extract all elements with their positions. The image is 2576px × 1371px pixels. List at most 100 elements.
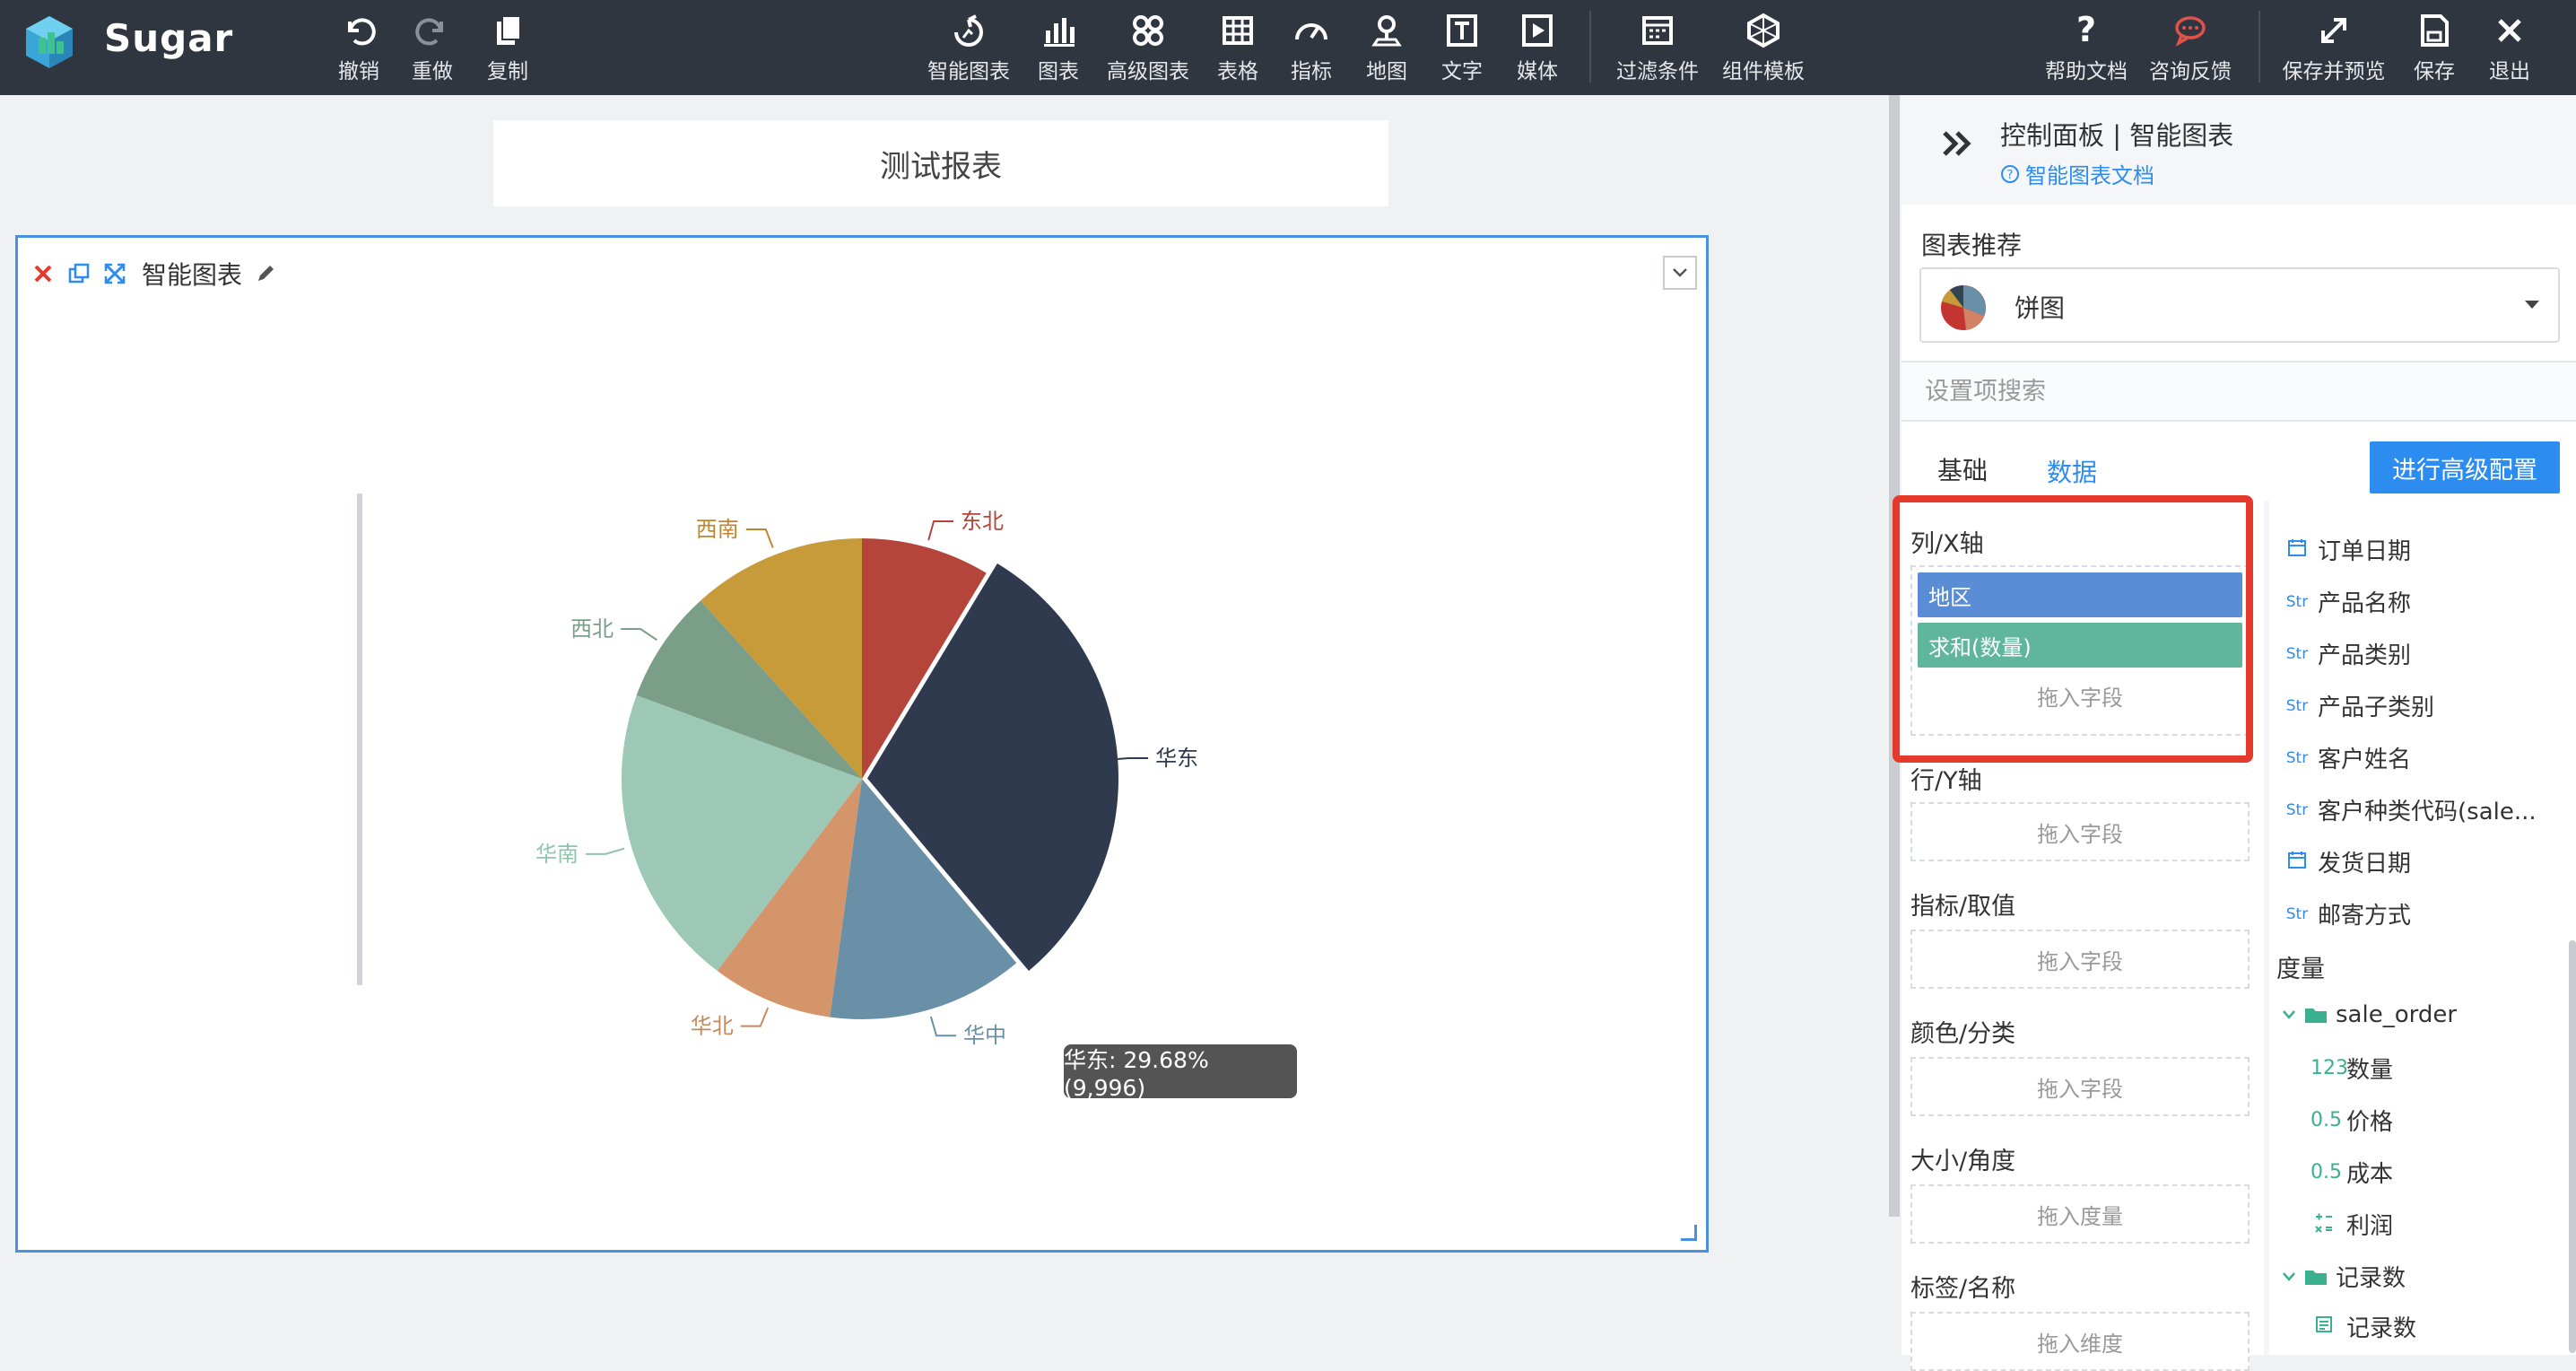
string-type-icon: Str: [2285, 696, 2309, 715]
smart-chart-icon: [949, 11, 988, 50]
tab-data[interactable]: 数据: [2029, 438, 2115, 502]
tab-basic[interactable]: 基础: [1919, 438, 2006, 501]
brand-name: Sugar: [104, 16, 234, 60]
field-label: 产品子类别: [2318, 694, 2435, 721]
wells-scrollbar[interactable]: [357, 493, 362, 985]
smart-chart-doc-link[interactable]: ? 智能图表文档: [2000, 158, 2154, 189]
field-price[interactable]: 0.5 价格: [2311, 1104, 2393, 1137]
drop-hint: 拖入度量: [2037, 1203, 2123, 1229]
svg-text:?: ?: [2076, 11, 2096, 49]
text-icon: [1442, 11, 1482, 50]
field-product-subcategory[interactable]: Str 产品子类别: [2285, 689, 2434, 722]
field-label: 客户种类代码(sale...: [2318, 799, 2537, 825]
field-product-name[interactable]: Str 产品名称: [2285, 585, 2411, 618]
drop-hint: 拖入字段: [2037, 1076, 2123, 1102]
field-label: 产品类别: [2318, 642, 2412, 669]
redo-label: 重做: [412, 60, 453, 83]
table-label: 表格: [1217, 60, 1258, 83]
folder-name: sale_order: [2336, 1001, 2458, 1028]
redo-icon: [413, 11, 452, 50]
help-docs-label: 帮助文档: [2045, 60, 2128, 83]
media-button[interactable]: 媒体: [1512, 11, 1562, 86]
resize-handle[interactable]: [1681, 1225, 1697, 1241]
record-count-icon: [2311, 1314, 2337, 1340]
drop-hint: 拖入字段: [2037, 948, 2123, 974]
copy-label: 复制: [487, 60, 528, 83]
decimal-type-icon: 0.5: [2311, 1109, 2342, 1131]
folder-name: 记录数: [2336, 1265, 2406, 1292]
undo-button[interactable]: 撤销: [332, 11, 386, 86]
chart-button[interactable]: 图表: [1033, 11, 1083, 86]
caret-down-icon: [2525, 301, 2539, 309]
field-record-count[interactable]: 记录数: [2311, 1310, 2416, 1343]
field-customer-name[interactable]: Str 客户姓名: [2285, 741, 2411, 774]
collapse-panel-icon[interactable]: [1939, 127, 1975, 163]
map-button[interactable]: 地图: [1362, 11, 1412, 86]
pie-label: 东北: [961, 509, 1004, 534]
pie-label: 西南: [696, 517, 739, 542]
chevron-down-icon: [2283, 1271, 2295, 1281]
panel-title: 控制面板 | 智能图表: [2000, 120, 2234, 151]
well-y-axis[interactable]: 拖入字段: [1910, 802, 2250, 861]
table-button[interactable]: 表格: [1213, 11, 1263, 86]
save-label: 保存: [2414, 60, 2455, 83]
text-button[interactable]: 文字: [1437, 11, 1487, 86]
calendar-icon: [2285, 850, 2309, 874]
field-ship-date[interactable]: 发货日期: [2285, 845, 2411, 878]
field-cost[interactable]: 0.5 成本: [2311, 1156, 2393, 1189]
advanced-chart-label: 高级图表: [1107, 60, 1189, 83]
field-order-date[interactable]: 订单日期: [2285, 533, 2411, 566]
advanced-config-button[interactable]: 进行高级配置: [2370, 441, 2560, 493]
well-metric[interactable]: 拖入字段: [1910, 930, 2250, 989]
settings-search: [1902, 361, 2576, 422]
exit-button[interactable]: 退出: [2485, 11, 2535, 86]
chart-label: 图表: [1038, 60, 1079, 83]
chart-recommend-label: 图表推荐: [1921, 231, 2023, 260]
panel-header: 控制面板 | 智能图表 ? 智能图表文档: [1902, 95, 2576, 205]
field-ship-mode[interactable]: Str 邮寄方式: [2285, 897, 2411, 930]
well-color[interactable]: 拖入字段: [1910, 1057, 2250, 1116]
pie-label: 西北: [570, 616, 614, 642]
save-preview-button[interactable]: 保存并预览: [2278, 11, 2389, 86]
expand-icon: [2314, 11, 2354, 50]
well-size[interactable]: 拖入度量: [1910, 1184, 2250, 1244]
field-list-scrollbar[interactable]: [2569, 940, 2576, 1353]
pie-chart[interactable]: 东北华东华中 华北 华南 西北 西南: [18, 238, 1706, 1250]
field-profit[interactable]: 利润: [2311, 1208, 2393, 1241]
field-label: 客户姓名: [2318, 747, 2412, 773]
well-label[interactable]: 拖入维度: [1910, 1312, 2250, 1371]
field-quantity[interactable]: 123 数量: [2311, 1052, 2393, 1085]
template-icon: [1744, 11, 1783, 50]
report-title[interactable]: 测试报表: [493, 120, 1388, 206]
metric-button[interactable]: 指标: [1286, 11, 1336, 86]
help-docs-button[interactable]: ? 帮助文档: [2041, 10, 2131, 86]
advanced-chart-icon: [1128, 11, 1168, 50]
folder-open-icon: [2305, 1009, 2327, 1023]
well-title-y-axis: 行/Y轴: [1910, 767, 1982, 795]
settings-search-input[interactable]: [1902, 362, 2554, 420]
pie-leader-line: [927, 520, 954, 541]
smart-chart-button[interactable]: 智能图表: [924, 11, 1014, 86]
calculator-icon: [2311, 1211, 2337, 1238]
template-button[interactable]: 组件模板: [1719, 11, 1808, 86]
field-label: 价格: [2346, 1109, 2394, 1136]
feedback-label: 咨询反馈: [2149, 60, 2232, 83]
chart-tooltip: 华东: 29.68% (9,996): [1064, 1044, 1297, 1101]
advanced-chart-button[interactable]: 高级图表: [1103, 11, 1193, 86]
close-icon: [2490, 11, 2529, 50]
field-customer-type-code[interactable]: Str 客户种类代码(sale...: [2285, 793, 2537, 826]
table-icon: [1218, 11, 1258, 50]
integer-type-icon: 123: [2311, 1057, 2348, 1079]
folder-record-count[interactable]: 记录数: [2282, 1260, 2406, 1293]
folder-sale-order[interactable]: sale_order: [2282, 1001, 2457, 1028]
copy-button[interactable]: 复制: [481, 11, 535, 86]
sugar-logo-icon: [26, 16, 73, 68]
smart-chart-card[interactable]: 智能图表 东北 华东 华中 华北 华南 西北 西南 华东: 29.68% (9,996): [15, 235, 1709, 1253]
chart-type-select[interactable]: 饼图: [1919, 267, 2560, 343]
save-button[interactable]: 保存: [2409, 11, 2459, 86]
pie-leader-line: [745, 528, 774, 548]
field-product-category[interactable]: Str 产品类别: [2285, 637, 2411, 670]
feedback-button[interactable]: 咨询反馈: [2145, 11, 2235, 86]
filter-button[interactable]: 过滤条件: [1613, 11, 1702, 86]
redo-button[interactable]: 重做: [405, 11, 459, 86]
